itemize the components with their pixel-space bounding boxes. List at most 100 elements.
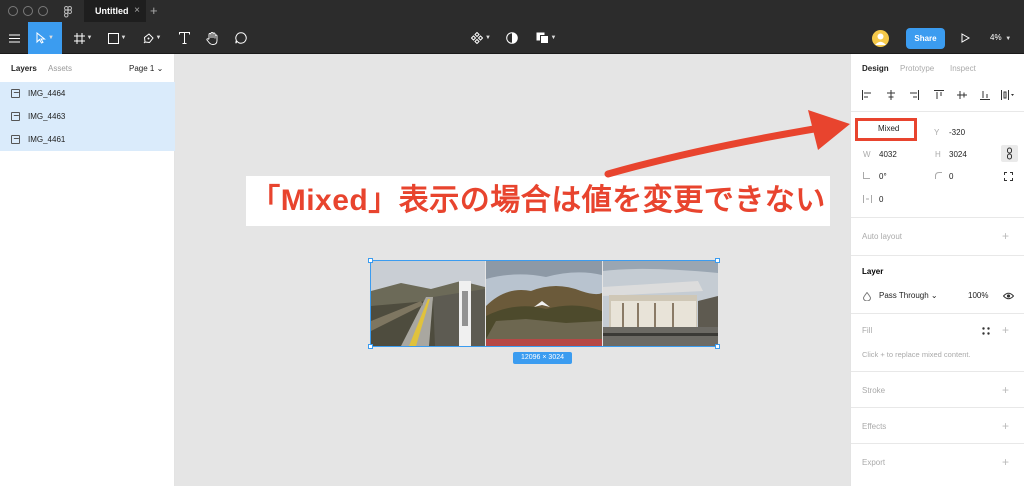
divider (851, 371, 1024, 372)
move-cursor-icon (36, 32, 46, 44)
align-horizontal-center-icon[interactable] (886, 90, 896, 100)
independent-corners-icon[interactable] (1004, 172, 1013, 181)
resize-handle-top-left[interactable] (368, 258, 373, 263)
hand-tool-button[interactable] (203, 22, 221, 54)
image-icon (11, 112, 20, 121)
align-vertical-center-icon[interactable] (957, 90, 967, 100)
styles-grid-icon[interactable] (982, 327, 990, 335)
move-tool-button[interactable]: ▼ (28, 22, 62, 54)
main-menu-icon[interactable] (4, 22, 24, 54)
boolean-groups-button[interactable]: ▼ (533, 22, 559, 54)
title-bar: Untitled × + (0, 0, 1024, 22)
align-right-icon[interactable] (909, 90, 919, 100)
h-label: H (935, 150, 941, 159)
rectangle-icon (107, 32, 119, 44)
divider (851, 443, 1024, 444)
contrast-icon (506, 32, 518, 44)
toolbar: ▼ ▼ ▼ ▼ ▼ ▼ (0, 22, 1024, 54)
layer-section-title: Layer (862, 267, 884, 276)
image-train-platform[interactable] (371, 261, 485, 346)
auto-layout-title: Auto layout (862, 232, 903, 241)
minimize-window-icon[interactable] (23, 6, 33, 16)
tab-inspect[interactable]: Inspect (950, 64, 976, 73)
add-effect-icon[interactable]: + (1002, 419, 1009, 433)
selected-images-group[interactable] (368, 258, 720, 349)
file-tab[interactable]: Untitled × (84, 0, 146, 22)
x-field-highlight[interactable]: Mixed (855, 118, 917, 141)
y-label-text: Y (934, 128, 939, 137)
selection-dimensions: 12096 × 3024 (513, 352, 572, 364)
blend-mode-select[interactable]: Pass Through ⌄ (879, 291, 938, 300)
comment-tool-button[interactable] (232, 22, 250, 54)
file-tab-title: Untitled (95, 6, 129, 16)
image-icon (11, 89, 20, 98)
y-input[interactable]: -320 (949, 128, 965, 137)
w-input[interactable]: 4032 (879, 150, 897, 159)
figma-logo-icon[interactable] (64, 5, 72, 23)
zoom-level[interactable]: 4% ▼ (990, 22, 1011, 54)
resize-handle-bottom-left[interactable] (368, 344, 373, 349)
rotation-icon (863, 172, 870, 179)
add-export-icon[interactable]: + (1002, 455, 1009, 469)
effects-section-title: Effects (862, 422, 887, 431)
chevron-down-icon: ▼ (1003, 36, 1012, 42)
shape-tool-button[interactable]: ▼ (104, 22, 130, 54)
left-panel-tabs: Layers Assets Page 1 ⌄ (0, 54, 174, 82)
image-station-building[interactable] (603, 261, 718, 346)
export-section-title: Export (862, 458, 886, 467)
hand-icon (206, 31, 218, 45)
divider (851, 217, 1024, 218)
user-avatar[interactable] (872, 30, 889, 47)
layer-item[interactable]: IMG_4461 (0, 128, 175, 151)
layer-item[interactable]: IMG_4463 (0, 105, 175, 128)
pen-tool-button[interactable]: ▼ (140, 22, 164, 54)
align-left-icon[interactable] (862, 90, 872, 100)
frame-icon (73, 32, 85, 44)
layer-name: IMG_4463 (28, 112, 66, 121)
layer-item[interactable]: IMG_4464 (0, 82, 175, 105)
corner-radius-icon (935, 172, 942, 179)
new-tab-icon[interactable]: + (150, 0, 158, 22)
align-top-icon[interactable] (934, 90, 944, 100)
constrain-proportions-button[interactable] (1001, 145, 1018, 162)
distribute-icon[interactable] (1001, 90, 1015, 100)
page-selector[interactable]: Page 1 ⌄ (129, 64, 163, 73)
tab-assets[interactable]: Assets (48, 64, 72, 73)
tab-layers[interactable]: Layers (11, 64, 37, 73)
present-button[interactable] (958, 22, 972, 54)
opacity-input[interactable]: 100% (968, 291, 988, 300)
add-auto-layout-icon[interactable]: + (1002, 229, 1009, 243)
text-icon (178, 32, 190, 44)
text-tool-button[interactable] (175, 22, 193, 54)
blend-drop-icon (863, 292, 871, 301)
boolean-icon (536, 32, 549, 44)
link-icon (1007, 147, 1012, 160)
tab-design[interactable]: Design (862, 64, 889, 73)
align-bottom-icon[interactable] (980, 90, 990, 100)
add-fill-icon[interactable]: + (1002, 323, 1009, 337)
maximize-window-icon[interactable] (38, 6, 48, 16)
corner-radius-input[interactable]: 0 (949, 172, 953, 181)
avatar-person-icon (875, 33, 886, 45)
mask-button[interactable] (504, 22, 520, 54)
add-stroke-icon[interactable]: + (1002, 383, 1009, 397)
components-button[interactable]: ▼ (470, 22, 492, 54)
x-input[interactable]: Mixed (878, 124, 899, 133)
frame-tool-button[interactable]: ▼ (70, 22, 96, 54)
figma-window: Untitled × + ▼ ▼ ▼ ▼ ▼ ▼ Share 4% ▼ Laye… (0, 0, 1024, 486)
layer-name: IMG_4464 (28, 89, 66, 98)
resize-handle-bottom-right[interactable] (715, 344, 720, 349)
visibility-eye-icon[interactable] (1003, 292, 1014, 300)
resize-handle-top-right[interactable] (715, 258, 720, 263)
image-mountain-town[interactable] (486, 261, 602, 346)
rotation-input[interactable]: 0° (879, 172, 887, 181)
pen-icon (143, 32, 154, 43)
share-button[interactable]: Share (906, 28, 945, 49)
play-icon (961, 33, 970, 43)
tab-prototype[interactable]: Prototype (900, 64, 934, 73)
close-tab-icon[interactable]: × (134, 0, 140, 22)
spacing-input[interactable]: 0 (879, 195, 883, 204)
close-window-icon[interactable] (8, 6, 18, 16)
y-label: Y (934, 128, 940, 137)
h-input[interactable]: 3024 (949, 150, 967, 159)
